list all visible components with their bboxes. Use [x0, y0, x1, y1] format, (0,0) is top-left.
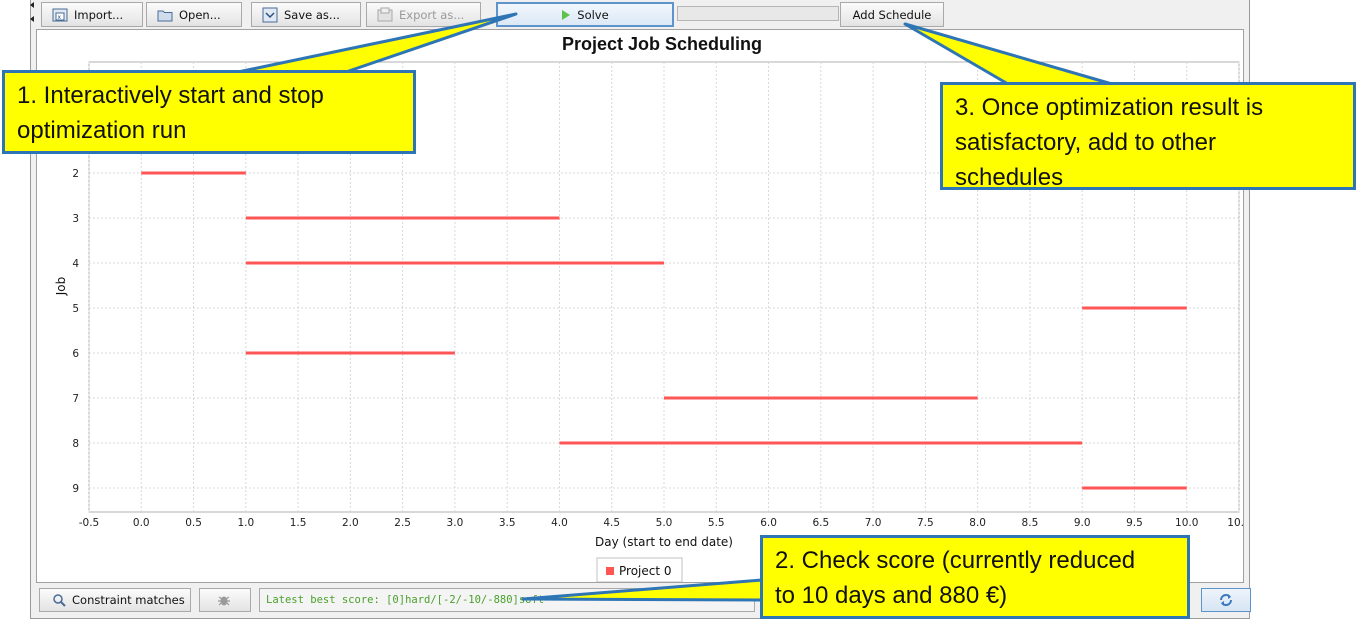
bug-button[interactable] [199, 588, 251, 612]
legend: Project 0 [596, 557, 683, 582]
x-tick-label: 0.0 [133, 517, 150, 529]
refresh-icon [1220, 594, 1232, 606]
y-axis-label: Job [54, 277, 68, 297]
constraint-matches-button[interactable]: Constraint matches [39, 588, 191, 612]
y-axis: 2 3 4 5 6 7 8 9 [72, 168, 79, 495]
svg-text:x: x [58, 14, 62, 21]
callout-3-line-1: 3. Once optimization result is [955, 94, 1264, 121]
magnifier-icon [53, 594, 66, 607]
x-tick-label: 5.5 [708, 517, 725, 529]
import-label: Import... [74, 7, 124, 22]
y-tick-label: 4 [72, 258, 79, 270]
y-tick-label: 2 [72, 168, 79, 180]
x-tick-label: 4.0 [551, 517, 568, 529]
refresh-button[interactable] [1201, 588, 1251, 612]
x-tick-label: 8.0 [969, 517, 986, 529]
x-tick-label: 6.0 [760, 517, 777, 529]
x-tick-label: 5.0 [656, 517, 673, 529]
x-tick-label: 3.0 [447, 517, 464, 529]
import-icon: x [52, 8, 68, 21]
callout-3-line-2: satisfactory, add to other [955, 129, 1217, 156]
solve-label: Solve [577, 7, 609, 22]
x-tick-label: 9.0 [1074, 517, 1091, 529]
export-as-button[interactable]: Export as... [366, 2, 481, 27]
save-as-button[interactable]: Save as... [251, 2, 361, 27]
folder-icon [157, 10, 173, 21]
x-axis-label: Day (start to end date) [595, 535, 733, 549]
x-tick-label: 3.5 [499, 517, 516, 529]
callout-start-stop: 1. Interactively start and stop optimiza… [2, 70, 416, 154]
bug-icon [218, 596, 230, 606]
x-tick-label: 8.5 [1022, 517, 1039, 529]
y-tick-label: 9 [72, 483, 79, 495]
constraint-matches-label: Constraint matches [72, 593, 185, 607]
callout-2-line-2: to 10 days and 880 €) [775, 582, 1008, 609]
callout-1-line-1: 1. Interactively start and stop [17, 82, 324, 109]
callout-2-line-1: 2. Check score (currently reduced [775, 547, 1136, 574]
x-tick-label: 1.5 [290, 517, 307, 529]
y-tick-label: 3 [72, 213, 79, 225]
y-tick-label: 6 [72, 348, 79, 360]
callout-1-line-2: optimization run [17, 117, 187, 144]
x-tick-label: 10.0 [1175, 517, 1198, 529]
y-tick-label: 7 [72, 393, 79, 405]
splitter-arrows-icon[interactable] [28, 0, 36, 24]
score-text: Latest best score: [0]hard/[-2/-10/-880]… [266, 594, 545, 606]
solve-progress-bar [677, 6, 839, 21]
callout-check-score: 2. Check score (currently reduced to 10 … [760, 535, 1190, 619]
x-tick-label: -0.5 [79, 517, 100, 529]
x-tick-label: 2.5 [394, 517, 411, 529]
play-icon [562, 9, 571, 20]
add-schedule-label: Add Schedule [852, 7, 932, 22]
x-tick-label: 6.5 [812, 517, 829, 529]
import-button[interactable]: x Import... [41, 2, 143, 27]
x-axis: -0.5 0.0 0.5 1.0 1.5 2.0 2.5 3.0 3.5 4.0 4.5 5.0 5.5… [79, 517, 1243, 529]
x-tick-label: 2.0 [342, 517, 359, 529]
x-tick-label: 0.5 [185, 517, 202, 529]
add-schedule-button[interactable]: Add Schedule [840, 2, 944, 27]
callout-3-line-3: schedules [955, 164, 1064, 191]
x-tick-label: 4.5 [603, 517, 620, 529]
x-tick-label: 7.0 [865, 517, 882, 529]
x-tick-label: 7.5 [917, 517, 934, 529]
y-tick-label: 5 [72, 303, 79, 315]
y-tick-label: 8 [72, 438, 79, 450]
x-tick-label: 9.5 [1126, 517, 1143, 529]
score-display: Latest best score: [0]hard/[-2/-10/-880]… [259, 588, 755, 612]
x-tick-label: 10.5 [1227, 517, 1243, 529]
save-as-label: Save as... [284, 7, 340, 22]
callout-add-schedule: 3. Once optimization result is satisfact… [940, 82, 1356, 191]
open-label: Open... [179, 7, 221, 22]
legend-label: Project 0 [619, 564, 672, 578]
chart-title: Project Job Scheduling [562, 34, 762, 54]
export-icon [377, 7, 393, 21]
export-as-label: Export as... [399, 7, 465, 22]
open-button[interactable]: Open... [146, 2, 242, 27]
solve-button[interactable]: Solve [496, 2, 674, 27]
save-icon [262, 7, 278, 22]
legend-swatch [606, 567, 614, 575]
x-tick-label: 1.0 [237, 517, 254, 529]
